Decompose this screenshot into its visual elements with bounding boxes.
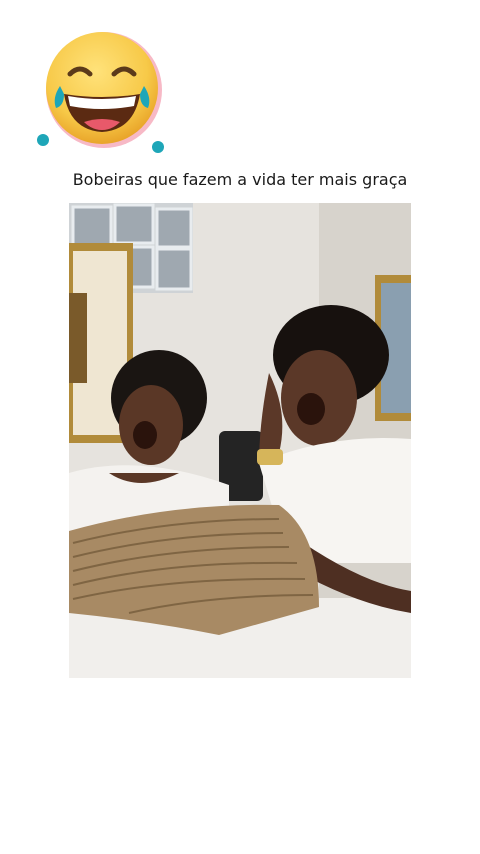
knitted-cloth [69,504,319,635]
post-caption: Bobeiras que fazem a vida ter mais graça [72,170,408,189]
laughing-tears-emoji-icon [34,28,174,158]
video-frame[interactable] [69,203,411,678]
